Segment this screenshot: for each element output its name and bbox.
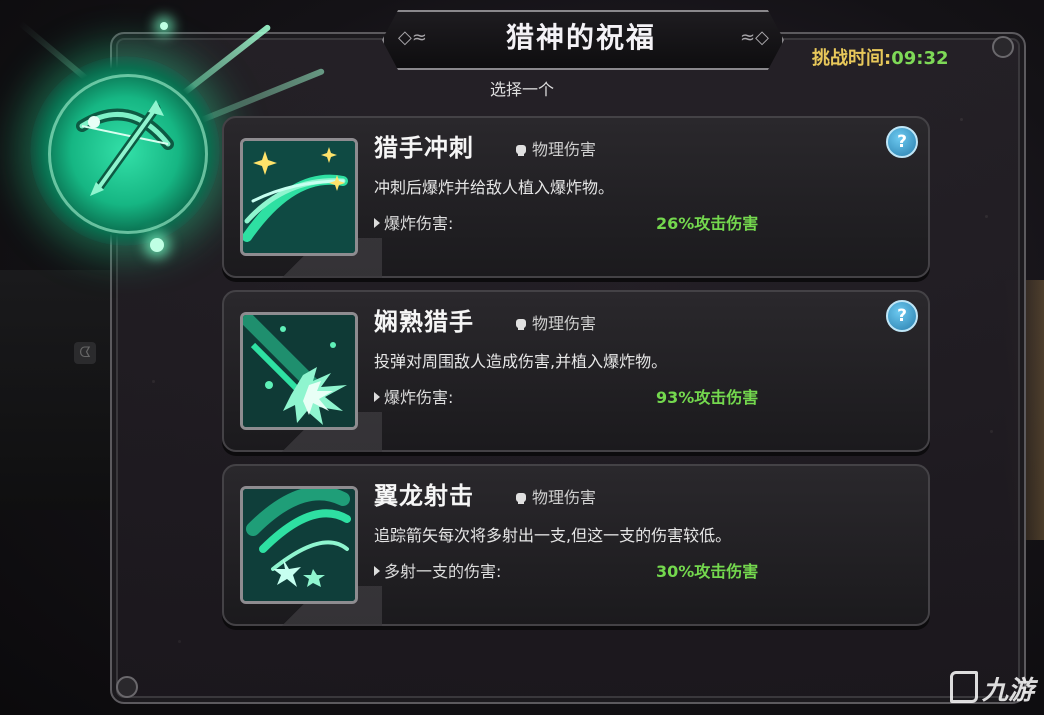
help-button[interactable]: ? [886,126,918,158]
gear-icon [116,676,138,698]
stat-value: 26%攻击伤害 [656,214,759,233]
glow-particle [150,238,164,252]
challenge-timer: 挑战时间:09:32 [812,44,949,70]
background-side-panel [0,270,111,510]
stat-label: 爆炸伤害: [374,210,453,234]
gear-icon [992,36,1014,58]
card-description: 冲刺后爆炸并给敌人植入爆炸物。 [374,178,615,197]
selection-prompt: 选择一个 [489,80,554,99]
dash-sparkle-icon [240,138,358,256]
triangle-bullet-icon [374,566,380,576]
watermark-logo-icon [949,671,978,703]
timer-value: 09:32 [891,48,949,69]
blessing-card-1[interactable]: 猎手冲刺 物理伤害 ? 冲刺后爆炸并给敌人植入爆炸物。 爆炸伤害: 26%攻击伤… [222,116,930,278]
fist-icon [516,319,526,330]
blessing-card-3[interactable]: 翼龙射击 物理伤害 追踪箭矢每次将多射出一支,但这一支的伤害较低。 多射一支的伤… [222,464,930,626]
card-name: 娴熟猎手 [374,308,474,336]
damage-type-label: 物理伤害 [532,314,597,333]
explosion-burst-icon [240,312,358,430]
damage-type-label: 物理伤害 [532,140,597,159]
page-title: 猎神的祝福 [505,21,656,54]
stat-value: 30%攻击伤害 [656,562,759,581]
timer-label: 挑战时间: [812,48,892,69]
fist-icon [516,145,526,156]
fist-icon [516,493,526,504]
help-button[interactable]: ? [886,300,918,332]
damage-type-label: 物理伤害 [532,488,597,507]
bow-arrow-icon [76,100,174,196]
damage-type: 物理伤害 [514,310,596,334]
background-badge: ᗧ [74,342,96,364]
triangle-bullet-icon [374,392,380,402]
card-name: 猎手冲刺 [374,134,474,162]
triangle-bullet-icon [374,218,380,228]
site-watermark: 九游 [949,670,1034,707]
glow-particle [160,22,168,30]
damage-type: 物理伤害 [514,136,596,160]
card-description: 投弹对周围敌人造成伤害,并植入爆炸物。 [374,352,668,371]
homing-arrow-icon [240,486,358,604]
stat-label: 爆炸伤害: [374,384,453,408]
card-name: 翼龙射击 [374,482,474,510]
blessing-card-2[interactable]: 娴熟猎手 物理伤害 ? 投弹对周围敌人造成伤害,并植入爆炸物。 爆炸伤害: 93… [222,290,930,452]
stat-value: 93%攻击伤害 [656,388,759,407]
card-description: 追踪箭矢每次将多射出一支,但这一支的伤害较低。 [374,526,732,545]
stat-label: 多射一支的伤害: [374,558,501,582]
damage-type: 物理伤害 [514,484,596,508]
